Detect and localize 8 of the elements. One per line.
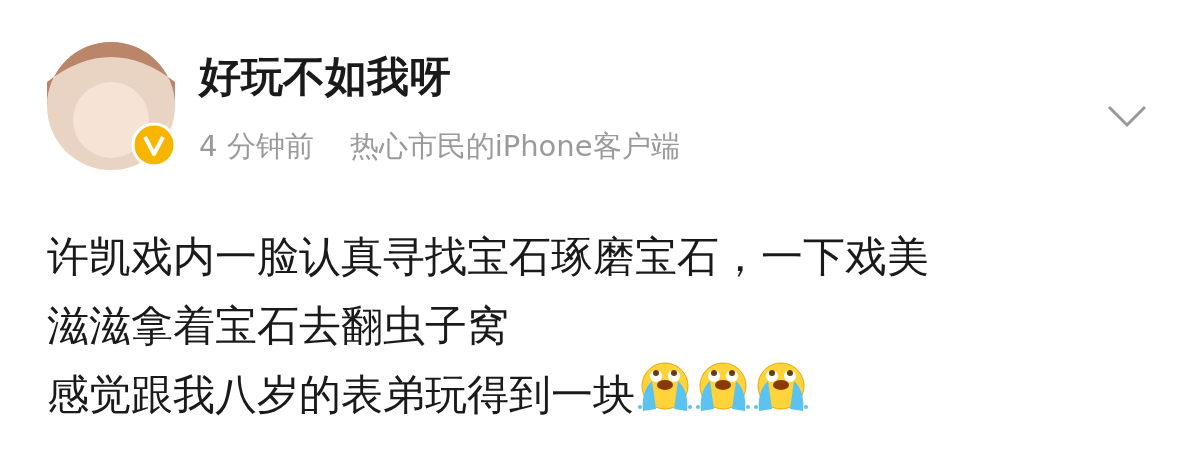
chevron-down-icon[interactable]	[1107, 104, 1147, 128]
post-text-line: 滋滋拿着宝石去翻虫子窝	[47, 301, 509, 350]
username[interactable]: 好玩不如我呀	[199, 56, 1107, 98]
avatar[interactable]	[47, 42, 175, 170]
post-text-line: 许凯戏内一脸认真寻找宝石琢磨宝石，一下戏美	[47, 232, 929, 281]
post-text-line: 感觉跟我八岁的表弟玩得到一块	[47, 370, 635, 419]
post-source: 热心市民的iPhone客户端	[349, 129, 680, 163]
post-time: 4 分钟前	[199, 129, 314, 163]
